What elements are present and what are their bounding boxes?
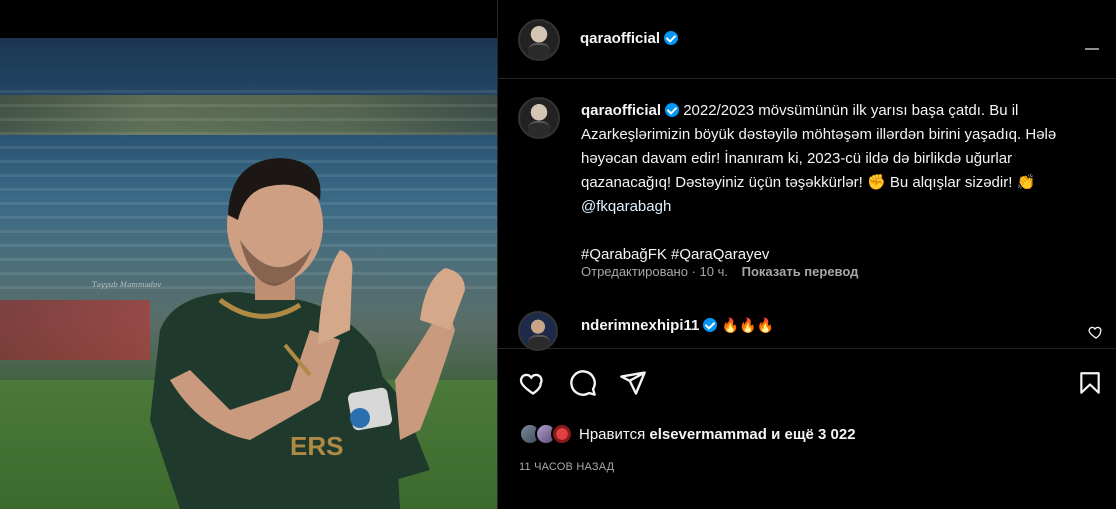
caption-author-avatar[interactable] [518, 97, 560, 139]
author-name-row: qaraofficial [580, 30, 679, 48]
caption-username[interactable]: qaraofficial [581, 102, 661, 119]
caption-meta: Отредактировано · 10 ч. Показать перевод [581, 264, 858, 279]
commenter-avatar[interactable] [518, 311, 558, 351]
post-header: qaraofficial [498, 0, 1116, 79]
action-bar [498, 366, 1116, 406]
edited-label: Отредактировано [581, 264, 688, 279]
like-heart-icon[interactable] [519, 369, 547, 397]
likes-summary[interactable]: Нравится elsevermammad и ещё 3 022 [579, 426, 856, 443]
likes-row: Нравится elsevermammad и ещё 3 022 [519, 420, 856, 448]
likes-suffix[interactable]: и ещё 3 022 [767, 426, 855, 443]
comment-bubble-icon[interactable] [569, 369, 597, 397]
caption-verified-badge-icon [665, 103, 680, 117]
liker-avatar[interactable] [551, 423, 573, 445]
share-paper-plane-icon[interactable] [619, 369, 647, 397]
post-photo[interactable]: ERS Təyyub Məmmədov [0, 0, 497, 509]
post-info-panel: qaraofficial qaraofficial 2022/2023 mövs… [497, 0, 1116, 509]
post-timestamp[interactable]: 11 ЧАСОВ НАЗАД [519, 461, 614, 473]
comment-text: 🔥🔥🔥 [721, 317, 775, 333]
author-username[interactable]: qaraofficial [580, 30, 660, 47]
author-avatar[interactable] [518, 19, 560, 61]
caption-section: qaraofficial 2022/2023 mövsümünün ilk ya… [498, 79, 1116, 351]
show-translation-button[interactable]: Показать перевод [742, 264, 859, 279]
comment-username[interactable]: nderimnexhipi11 [581, 317, 699, 334]
photo-watermark: Təyyub Məmmədov [92, 281, 162, 289]
caption-mention-link[interactable]: @fkqarabagh [581, 198, 671, 215]
comment-row: nderimnexhipi11 🔥🔥🔥 [581, 317, 774, 335]
edited-separator: · [687, 264, 700, 279]
likes-user[interactable]: elsevermammad [649, 426, 767, 443]
more-options-icon[interactable] [1085, 48, 1099, 50]
save-bookmark-icon[interactable] [1077, 369, 1103, 397]
post-caption: qaraofficial 2022/2023 mövsümünün ilk ya… [581, 99, 1081, 267]
comment-like-heart-icon[interactable] [1088, 324, 1104, 340]
likes-prefix: Нравится [579, 425, 650, 443]
player-figure: ERS [150, 158, 465, 509]
comment-verified-badge-icon [703, 318, 718, 332]
verified-badge-icon [664, 31, 679, 45]
svg-text:ERS: ERS [290, 431, 343, 461]
edited-time: 10 ч. [699, 264, 728, 279]
